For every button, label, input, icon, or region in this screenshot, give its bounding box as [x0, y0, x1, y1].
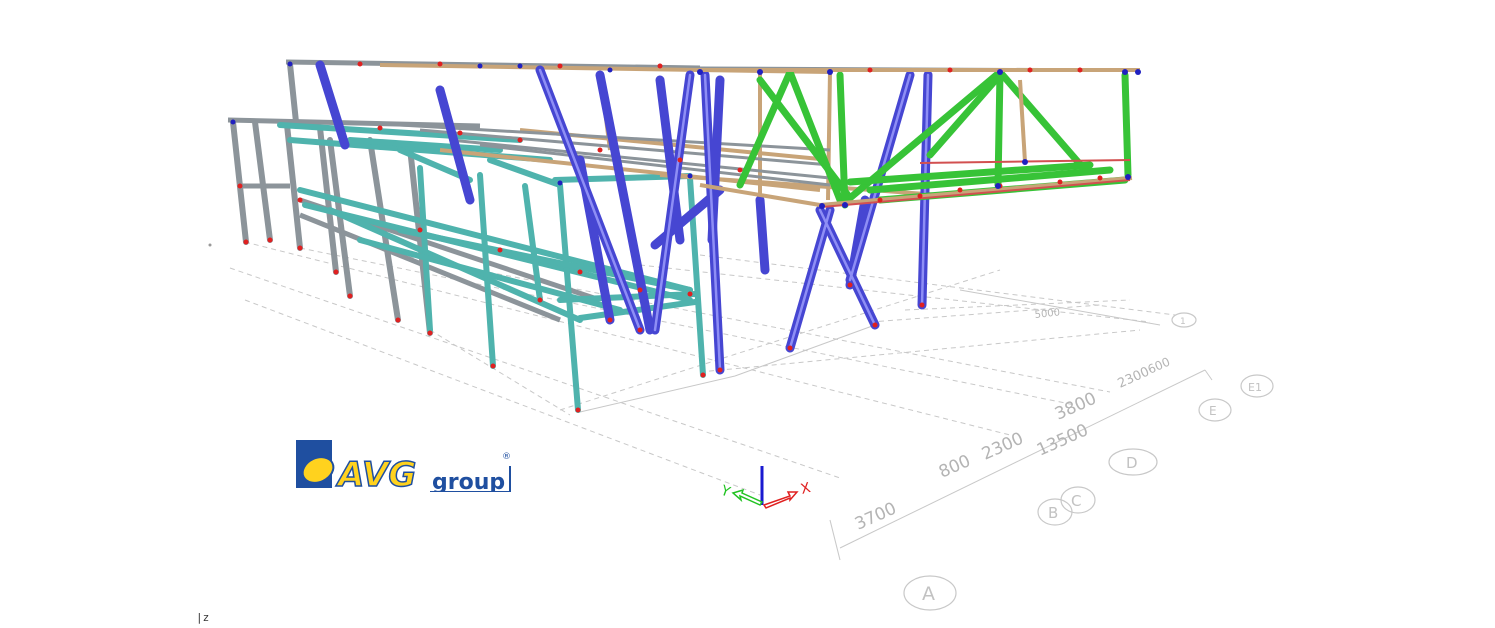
triad-y-label: Y [718, 482, 733, 500]
dim-5000: 5000 [1034, 307, 1060, 321]
dimension-labels: 3700 800 2300 13500 3800 2300 600 5000 [852, 307, 1172, 534]
triad-x-label: X [799, 480, 813, 498]
axis-triad: X Y [718, 466, 813, 509]
z-axis-marker: |z [196, 611, 210, 624]
axis-c: C [1071, 492, 1081, 510]
logo-registered-mark: ® [502, 452, 511, 462]
grid-axis-labels: A B C D E E1 1 [922, 317, 1262, 605]
logo-avg-text: AVG [335, 455, 416, 492]
origin-marker [208, 243, 212, 247]
axis-1: 1 [1180, 317, 1186, 327]
axis-a: A [922, 583, 935, 605]
axis-d: D [1126, 454, 1138, 472]
dim-600: 600 [1146, 355, 1173, 377]
dim-13500: 13500 [1034, 420, 1092, 460]
dim-2300: 2300 [979, 429, 1027, 465]
dim-3700: 3700 [852, 499, 900, 535]
dim-800: 800 [936, 451, 974, 482]
triad-y-axis [731, 488, 764, 506]
axis-e1: E1 [1248, 381, 1262, 394]
logo-group-text: group [432, 470, 505, 492]
avg-group-logo: AVG group ® [296, 440, 518, 492]
dim-2300b: 2300 [1116, 364, 1152, 391]
axis-b: B [1048, 504, 1058, 522]
triad-x-axis [762, 491, 799, 509]
3d-model-viewport[interactable]: 3700 800 2300 13500 3800 2300 600 5000 A… [0, 0, 1495, 628]
dim-3800: 3800 [1052, 389, 1100, 425]
axis-e: E [1209, 404, 1217, 418]
